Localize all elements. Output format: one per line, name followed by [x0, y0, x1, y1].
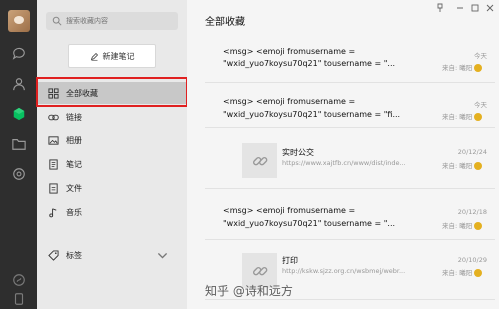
sunflower-icon	[474, 64, 483, 72]
favorite-link-item[interactable]: 实时公交 https://www.xajtfb.cn/www/dist/inde…	[205, 136, 495, 189]
watermark-text: 知乎 @诗和远方	[205, 284, 293, 298]
search-input[interactable]	[62, 17, 174, 25]
category-album[interactable]: 相册	[37, 129, 187, 151]
sunflower-icon	[474, 113, 483, 121]
favorite-item[interactable]: <msg> <emoji fromusername = "wxid_yuo7ko…	[205, 196, 495, 240]
item-text-line: <msg> <emoji fromusername =	[223, 97, 356, 106]
search-icon	[52, 16, 62, 26]
nav-rail	[0, 0, 37, 309]
link-url: https://www.xajtfb.cn/www/dist/inde...	[282, 159, 406, 167]
maximize-icon[interactable]	[470, 3, 480, 13]
item-source: 来自: 曦阳	[442, 267, 483, 277]
link-icon	[252, 156, 267, 165]
category-label: 标签	[66, 250, 82, 260]
item-text-line: "wxid_yuo7koysu70q21" tousername = "...	[223, 219, 396, 228]
page-title: 全部收藏	[205, 17, 245, 28]
category-label: 笔记	[66, 159, 82, 169]
music-icon	[49, 207, 57, 217]
favorites-icon[interactable]	[0, 104, 37, 124]
category-label: 链接	[66, 112, 82, 122]
link-icon	[252, 266, 267, 275]
folder-icon[interactable]	[0, 134, 37, 154]
item-source: 来自: 曦阳	[442, 160, 483, 170]
category-label: 音乐	[66, 207, 82, 217]
item-text-line: "wxid_yuo7koysu70q21" tousername = "...	[223, 59, 396, 68]
item-text-line: <msg> <emoji fromusername =	[223, 206, 356, 215]
item-date: 20/10/29	[457, 256, 487, 264]
avatar[interactable]	[8, 10, 30, 32]
search-box[interactable]	[46, 12, 178, 30]
minimize-icon[interactable]	[455, 3, 465, 13]
sunflower-icon	[474, 162, 483, 170]
new-note-label: 新建笔记	[102, 51, 135, 61]
note-icon	[49, 158, 58, 170]
moments-icon[interactable]	[0, 164, 37, 184]
link-thumbnail	[242, 143, 277, 178]
category-links[interactable]: 链接	[37, 106, 187, 128]
image-icon	[48, 135, 59, 145]
close-icon[interactable]	[485, 3, 495, 13]
contacts-icon[interactable]	[0, 74, 37, 94]
item-source: 来自: 曦阳	[442, 220, 483, 230]
favorites-list-panel: 全部收藏 <msg> <emoji fromusername = "wxid_y…	[187, 0, 499, 309]
sunflower-icon	[474, 269, 483, 277]
link-url: http://kskw.sjzz.org.cn/wsbmej/webr...	[282, 267, 406, 275]
category-notes[interactable]: 笔记	[37, 153, 187, 175]
annotation-highlight-box	[36, 77, 188, 107]
sunflower-icon	[474, 222, 483, 230]
item-text-line: <msg> <emoji fromusername =	[223, 47, 356, 56]
item-date: 20/12/18	[457, 208, 487, 216]
item-date: 今天	[474, 101, 487, 109]
item-source: 来自: 曦阳	[442, 111, 483, 121]
file-icon	[49, 182, 58, 194]
favorite-item[interactable]: <msg> <emoji fromusername = "wxid_yuo7ko…	[205, 38, 495, 83]
item-date: 20/12/24	[457, 148, 487, 156]
pin-icon[interactable]	[435, 3, 445, 13]
chevron-down-icon[interactable]	[157, 250, 168, 261]
link-title: 实时公交	[282, 148, 314, 157]
category-music[interactable]: 音乐	[37, 201, 187, 223]
link-title: 打印	[282, 256, 298, 265]
pencil-icon	[90, 52, 98, 61]
item-text-line: "wxid_yuo7koysu70q21" tousername = "fi..…	[223, 110, 401, 119]
tag-icon	[48, 249, 59, 261]
phone-icon[interactable]	[0, 289, 37, 309]
mini-program-icon[interactable]	[0, 270, 37, 290]
category-tags[interactable]: 标签	[37, 244, 187, 266]
item-source: 来自: 曦阳	[442, 62, 483, 72]
category-files[interactable]: 文件	[37, 177, 187, 199]
new-note-button[interactable]: 新建笔记	[68, 44, 156, 68]
favorite-item[interactable]: <msg> <emoji fromusername = "wxid_yuo7ko…	[205, 84, 495, 128]
category-label: 文件	[66, 183, 82, 193]
favorites-sidebar: 新建笔记 全部收藏 链接 相册 笔记 文件 音乐 标签	[37, 0, 187, 309]
category-label: 相册	[66, 135, 82, 145]
link-icon	[48, 114, 59, 120]
chat-icon[interactable]	[0, 44, 37, 64]
item-date: 今天	[474, 52, 487, 60]
